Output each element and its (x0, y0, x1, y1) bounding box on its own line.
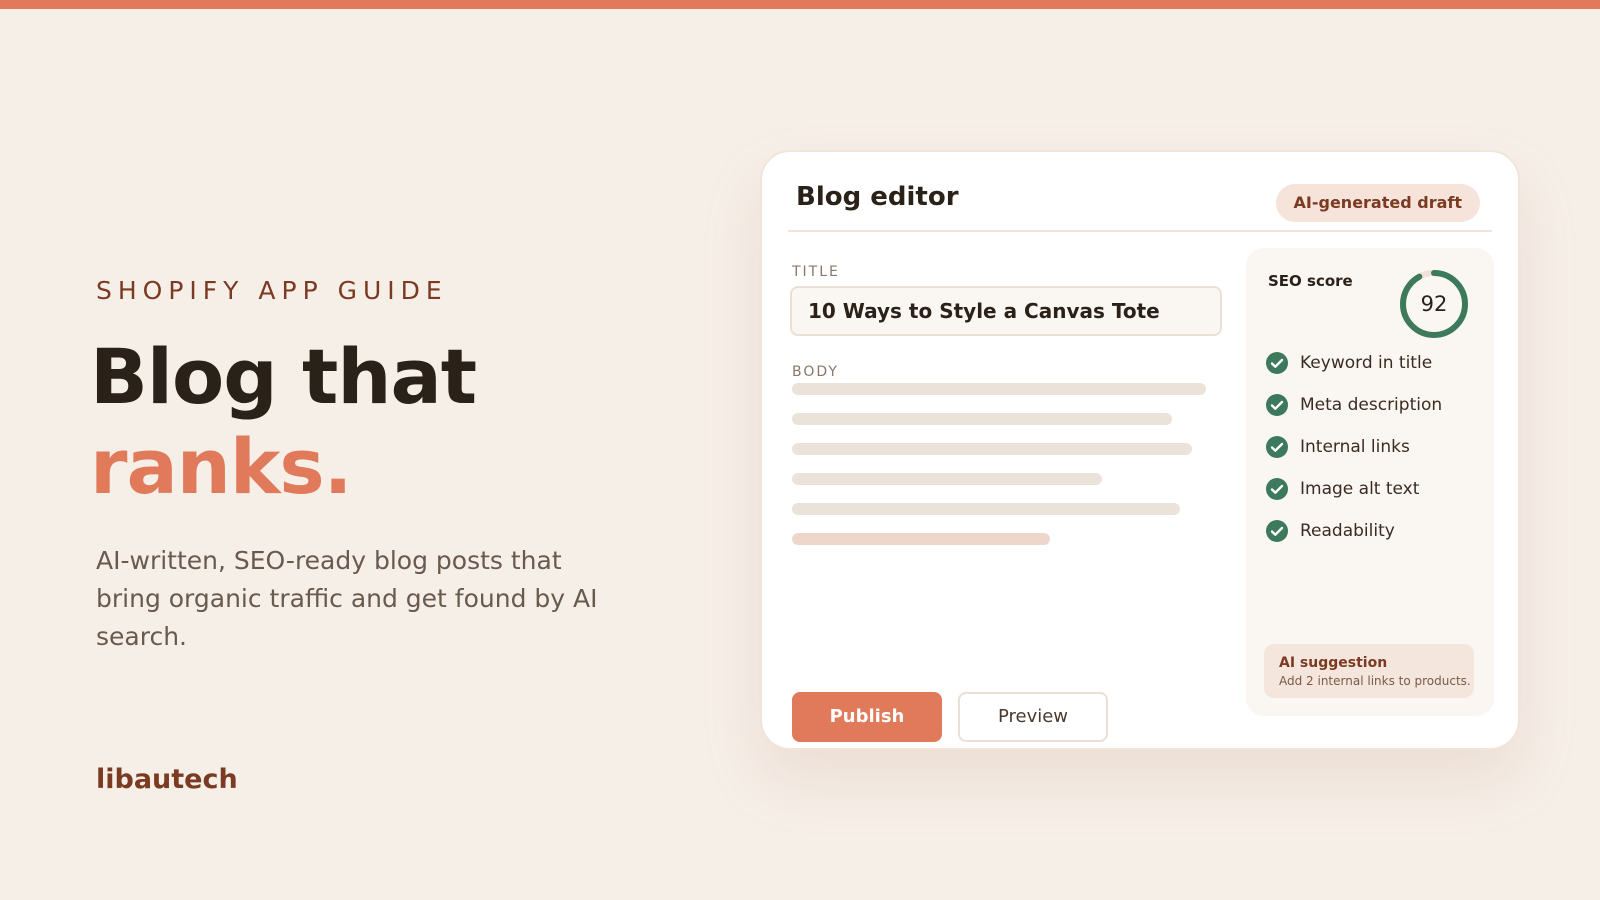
title-input[interactable]: 10 Ways to Style a Canvas Tote (790, 286, 1222, 336)
body-placeholder-line (792, 533, 1050, 545)
check-circle-icon (1266, 352, 1288, 374)
seo-panel: SEO score 92 Keyword in title Meta descr… (1246, 248, 1494, 716)
seo-checklist: Keyword in title Meta description Intern… (1266, 342, 1442, 552)
seo-check-label: Readability (1300, 521, 1395, 541)
seo-score-label: SEO score (1268, 272, 1353, 290)
ai-suggestion-box: AI suggestion Add 2 internal links to pr… (1264, 644, 1474, 698)
check-circle-icon (1266, 478, 1288, 500)
publish-button[interactable]: Publish (792, 692, 942, 742)
seo-score-value: 92 (1420, 292, 1448, 316)
headline-line-1: Blog that (90, 332, 477, 421)
seo-check-label: Keyword in title (1300, 353, 1433, 373)
body-placeholder-line (792, 473, 1102, 485)
top-accent-bar (0, 0, 1600, 9)
body-placeholder-line (792, 383, 1206, 395)
ai-suggestion-text: Add 2 internal links to products. (1279, 674, 1471, 688)
check-circle-icon (1266, 520, 1288, 542)
seo-check-item: Internal links (1266, 426, 1442, 468)
editor-title: Blog editor (796, 182, 959, 212)
headline: Blog that ranks. (90, 332, 477, 512)
check-circle-icon (1266, 436, 1288, 458)
check-circle-icon (1266, 394, 1288, 416)
seo-check-item: Meta description (1266, 384, 1442, 426)
editor-divider (788, 230, 1492, 232)
seo-check-item: Readability (1266, 510, 1442, 552)
headline-line-2: ranks. (90, 422, 353, 511)
seo-check-label: Image alt text (1300, 479, 1420, 499)
body-placeholder-line (792, 503, 1180, 515)
eyebrow-text: SHOPIFY APP GUIDE (96, 276, 448, 305)
seo-check-item: Image alt text (1266, 468, 1442, 510)
body-label: BODY (792, 364, 839, 380)
ai-draft-badge: AI-generated draft (1275, 184, 1480, 222)
preview-button[interactable]: Preview (958, 692, 1108, 742)
brand-logo: libautech (96, 764, 238, 795)
blog-editor-card: Blog editor AI-generated draft TITLE 10 … (760, 150, 1520, 750)
title-label: TITLE (792, 264, 840, 280)
body-placeholder-line (792, 413, 1172, 425)
seo-check-label: Meta description (1300, 395, 1443, 415)
subcopy: AI-written, SEO-ready blog posts that br… (96, 546, 598, 651)
body-placeholder-line (792, 443, 1192, 455)
seo-check-item: Keyword in title (1266, 342, 1442, 384)
ai-suggestion-title: AI suggestion (1279, 655, 1388, 671)
seo-check-label: Internal links (1300, 437, 1410, 457)
